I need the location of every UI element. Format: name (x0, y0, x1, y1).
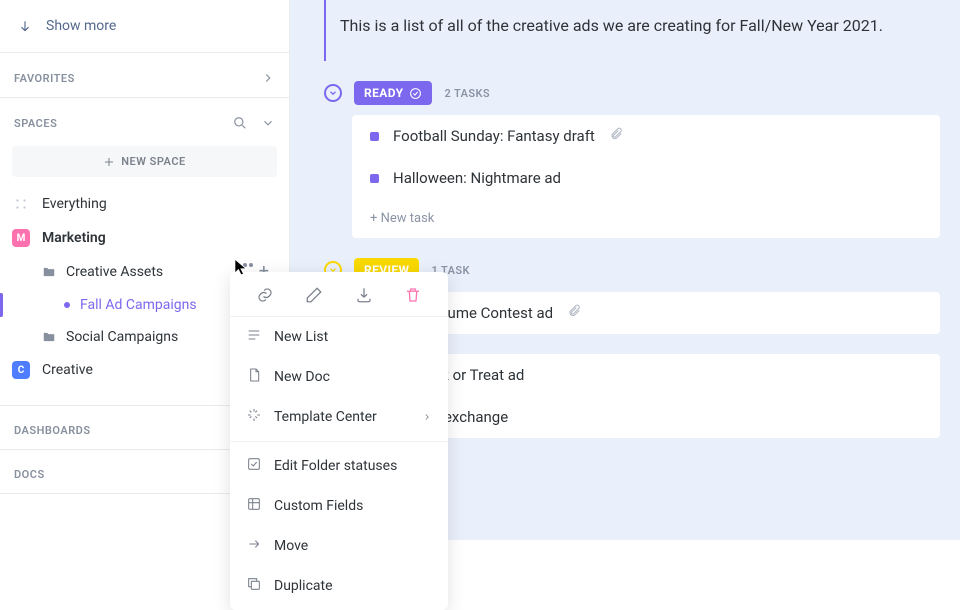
space-avatar-m: M (12, 229, 30, 247)
status-pill[interactable]: READY (354, 81, 432, 105)
context-menu-item[interactable]: Template Center (230, 397, 448, 437)
new-task-button[interactable]: + New task (352, 199, 940, 238)
space-avatar-c: C (12, 361, 30, 379)
status-group: READY 2 TASKS Football Sunday: Fantasy d… (324, 81, 940, 238)
show-more-button[interactable]: Show more (0, 8, 289, 52)
context-menu-label: Custom Fields (274, 498, 363, 514)
doc-icon (246, 367, 262, 387)
task-title: Football Sunday: Fantasy draft (393, 127, 595, 145)
fields-icon (246, 496, 262, 516)
task-title: Halloween: Nightmare ad (393, 169, 561, 187)
list-bullet-icon (64, 302, 70, 308)
folder-icon (42, 265, 56, 279)
show-more-label: Show more (46, 18, 116, 34)
context-menu-item[interactable]: New List (230, 317, 448, 357)
context-menu-item[interactable]: Move (230, 526, 448, 566)
task-status-square[interactable] (370, 174, 379, 183)
link-icon[interactable] (250, 286, 280, 304)
new-space-button[interactable]: NEW SPACE (12, 146, 277, 177)
sidebar-item-marketing[interactable]: M Marketing (0, 221, 289, 255)
everything-label: Everything (42, 196, 107, 212)
plus-icon (103, 156, 115, 168)
grid-icon (12, 195, 30, 213)
context-menu-item[interactable]: New Doc (230, 357, 448, 397)
duplicate-icon (246, 576, 262, 596)
context-menu-label: New List (274, 329, 328, 345)
list-description: This is a list of all of the creative ad… (324, 0, 940, 61)
social-campaigns-label: Social Campaigns (66, 329, 178, 345)
attachment-icon[interactable] (609, 127, 623, 145)
task-list: Football Sunday: Fantasy draft Halloween… (352, 115, 940, 238)
fall-ad-label: Fall Ad Campaigns (80, 297, 197, 313)
folder-icon (42, 330, 56, 344)
docs-label: DOCS (14, 468, 45, 481)
status-label: READY (364, 86, 403, 100)
new-space-label: NEW SPACE (121, 155, 185, 168)
chevron-right-icon (261, 71, 275, 85)
chevron-down-icon[interactable] (261, 116, 275, 130)
context-menu-label: Template Center (274, 409, 377, 425)
trash-icon[interactable] (398, 286, 428, 304)
favorites-section[interactable]: FAVORITES (0, 53, 289, 97)
move-icon (246, 536, 262, 556)
marketing-label: Marketing (42, 230, 106, 246)
spaces-section: SPACES (0, 98, 289, 142)
dashboards-label: DASHBOARDS (14, 424, 91, 437)
context-menu-item[interactable]: Edit Folder statuses (230, 446, 448, 486)
chevron-right-icon (422, 409, 432, 425)
more-icon[interactable] (243, 263, 247, 267)
favorites-label: FAVORITES (14, 72, 75, 85)
download-icon[interactable] (349, 286, 379, 304)
group-toggle[interactable] (324, 84, 342, 102)
sidebar-item-everything[interactable]: Everything (0, 187, 289, 221)
group-header: READY 2 TASKS (324, 81, 940, 105)
pencil-icon[interactable] (299, 286, 329, 304)
status-icon (246, 456, 262, 476)
attachment-icon[interactable] (567, 304, 581, 322)
list-icon (246, 327, 262, 347)
task-row[interactable]: Halloween: Nightmare ad (352, 157, 940, 199)
creative-label: Creative (42, 362, 93, 378)
context-menu-label: Duplicate (274, 578, 333, 594)
context-menu-label: Edit Folder statuses (274, 458, 397, 474)
task-row[interactable]: Football Sunday: Fantasy draft (352, 115, 940, 157)
task-count: 2 TASKS (444, 87, 490, 100)
arrow-down-icon (18, 19, 32, 33)
task-status-square[interactable] (370, 132, 379, 141)
context-menu-item[interactable]: Duplicate (230, 566, 448, 606)
context-menu-icon-row (230, 272, 448, 317)
creative-assets-label: Creative Assets (66, 264, 163, 280)
context-menu-label: New Doc (274, 369, 330, 385)
search-icon[interactable] (233, 116, 247, 130)
sparkle-icon (246, 407, 262, 427)
context-menu-label: Move (274, 538, 308, 554)
folder-context-menu: New List New Doc Template Center Edit Fo… (230, 272, 448, 610)
spaces-label: SPACES (14, 117, 57, 130)
context-menu-item[interactable]: Custom Fields (230, 486, 448, 526)
